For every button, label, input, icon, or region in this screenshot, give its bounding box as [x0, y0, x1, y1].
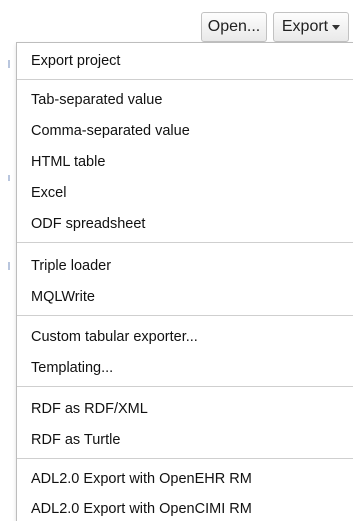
- menu-item-label: ADL2.0 Export with OpenCIMI RM: [31, 501, 252, 517]
- menu-item-templating[interactable]: Templating...: [17, 355, 353, 381]
- menu-separator: [17, 386, 353, 387]
- menu-item-label: MQLWrite: [31, 289, 95, 305]
- export-button[interactable]: Export: [273, 12, 349, 42]
- menu-item-label: ADL2.0 Export with OpenEHR RM: [31, 471, 252, 487]
- menu-item-rdf-xml[interactable]: RDF as RDF/XML: [17, 396, 353, 422]
- menu-item-label: HTML table: [31, 154, 106, 170]
- menu-item-label: RDF as RDF/XML: [31, 401, 148, 417]
- menu-item-comma-separated-value[interactable]: Comma-separated value: [17, 118, 353, 144]
- menu-item-label: Templating...: [31, 360, 114, 376]
- open-button-label: Open...: [207, 18, 261, 35]
- menu-item-triple-loader[interactable]: Triple loader: [17, 253, 353, 279]
- chevron-down-icon: [332, 25, 341, 30]
- menu-item-label: Triple loader: [31, 258, 112, 274]
- menu-item-excel[interactable]: Excel: [17, 180, 353, 206]
- menu-separator: [17, 79, 353, 80]
- menu-item-adl-opencimi[interactable]: ADL2.0 Export with OpenCIMI RM: [17, 496, 353, 521]
- menu-separator: [17, 315, 353, 316]
- background-mark: [8, 262, 10, 270]
- menu-item-mqlwrite[interactable]: MQLWrite: [17, 284, 353, 310]
- page: Open... Export Export project Tab-separa…: [0, 0, 353, 521]
- menu-separator: [17, 458, 353, 459]
- menu-item-label: Excel: [31, 185, 67, 201]
- menu-item-html-table[interactable]: HTML table: [17, 149, 353, 175]
- menu-item-adl-openehr[interactable]: ADL2.0 Export with OpenEHR RM: [17, 466, 353, 492]
- menu-item-tab-separated-value[interactable]: Tab-separated value: [17, 87, 353, 113]
- open-button[interactable]: Open...: [201, 12, 267, 42]
- background-mark: [8, 60, 10, 68]
- menu-item-label: Comma-separated value: [31, 123, 190, 139]
- menu-item-custom-tabular-exporter[interactable]: Custom tabular exporter...: [17, 324, 353, 350]
- toolbar: Open... Export: [201, 12, 349, 42]
- background-mark: [8, 175, 10, 181]
- menu-item-label: ODF spreadsheet: [31, 216, 146, 232]
- export-menu: Export project Tab-separated value Comma…: [16, 42, 353, 521]
- menu-separator: [17, 242, 353, 243]
- menu-item-label: Export project: [31, 53, 121, 69]
- menu-item-rdf-turtle[interactable]: RDF as Turtle: [17, 427, 353, 453]
- menu-item-odf-spreadsheet[interactable]: ODF spreadsheet: [17, 211, 353, 237]
- menu-item-export-project[interactable]: Export project: [17, 48, 353, 74]
- export-button-label: Export: [281, 18, 329, 35]
- menu-item-label: RDF as Turtle: [31, 432, 121, 448]
- menu-item-label: Custom tabular exporter...: [31, 329, 198, 345]
- menu-item-label: Tab-separated value: [31, 92, 163, 108]
